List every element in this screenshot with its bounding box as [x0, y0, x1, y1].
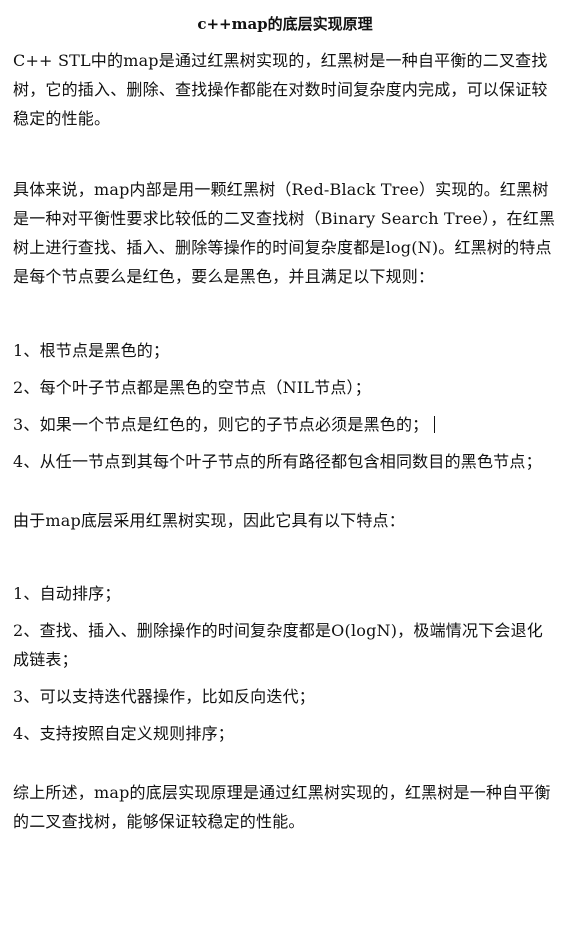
rule-item[interactable]: 4、从任一节点到其每个叶子节点的所有路径都包含相同数目的黑色节点；: [13, 447, 557, 476]
rule-text: 3、如果一个节点是红色的，则它的子节点必须是黑色的；: [13, 415, 429, 434]
detail-paragraph[interactable]: 具体来说，map内部是用一颗红黑树（Red-Black Tree）实现的。红黑树…: [13, 175, 557, 291]
feature-item[interactable]: 1、自动排序；: [13, 579, 557, 608]
rule-item[interactable]: 3、如果一个节点是红色的，则它的子节点必须是黑色的；: [13, 410, 557, 439]
page-title: c++map的底层实现原理: [197, 15, 373, 33]
feature-item[interactable]: 4、支持按照自定义规则排序；: [13, 719, 557, 748]
feature-item[interactable]: 3、可以支持迭代器操作，比如反向迭代；: [13, 682, 557, 711]
text-cursor: [434, 416, 436, 433]
rules-list: 1、根节点是黑色的； 2、每个叶子节点都是黑色的空节点（NIL节点）； 3、如果…: [13, 336, 557, 476]
rule-item[interactable]: 2、每个叶子节点都是黑色的空节点（NIL节点）；: [13, 373, 557, 402]
features-list: 1、自动排序； 2、查找、插入、删除操作的时间复杂度都是O(logN)，极端情况…: [13, 579, 557, 748]
document-page: c++map的底层实现原理 C++ STL中的map是通过红黑树实现的，红黑树是…: [0, 14, 568, 926]
feature-item[interactable]: 2、查找、插入、删除操作的时间复杂度都是O(logN)，极端情况下会退化成链表；: [13, 616, 557, 674]
features-intro[interactable]: 由于map底层采用红黑树实现，因此它具有以下特点：: [13, 506, 557, 535]
intro-paragraph[interactable]: C++ STL中的map是通过红黑树实现的，红黑树是一种自平衡的二叉查找树，它的…: [13, 46, 557, 133]
conclusion-paragraph[interactable]: 综上所述，map的底层实现原理是通过红黑树实现的，红黑树是一种自平衡的二叉查找树…: [13, 778, 557, 836]
rule-item[interactable]: 1、根节点是黑色的；: [13, 336, 557, 365]
